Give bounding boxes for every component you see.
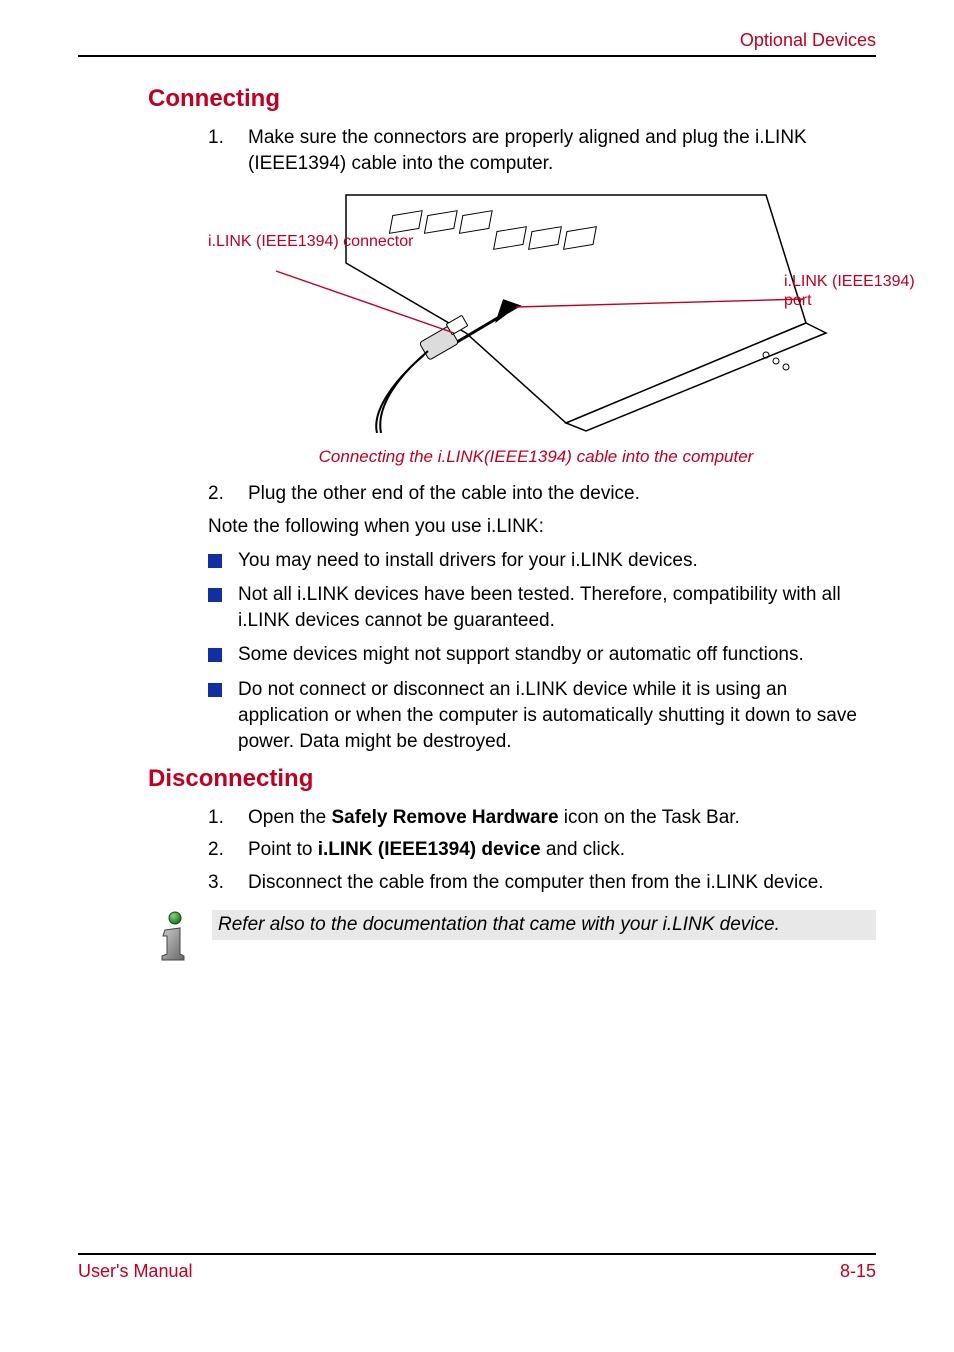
list-item: Do not connect or disconnect an i.LINK d…: [208, 677, 876, 756]
list-item: Not all i.LINK devices have been tested.…: [208, 582, 876, 634]
connecting-step-1: 1. Make sure the connectors are properly…: [208, 125, 876, 177]
bullet-text: You may need to install drivers for your…: [238, 548, 698, 574]
step-number: 1.: [208, 125, 232, 177]
bullet-icon: [208, 554, 222, 568]
label-ilink-connector: i.LINK (IEEE1394) connector: [208, 233, 413, 251]
heading-connecting: Connecting: [148, 85, 876, 113]
info-note-text: Refer also to the documentation that cam…: [212, 910, 876, 940]
footer-left: User's Manual: [78, 1261, 192, 1282]
figure-ilink-cable: i.LINK (IEEE1394) connector i.LINK (IEEE…: [196, 183, 876, 443]
list-item: Some devices might not support standby o…: [208, 642, 876, 668]
bullet-icon: [208, 588, 222, 602]
step-number: 2.: [208, 837, 232, 863]
bullet-icon: [208, 648, 222, 662]
bullet-text: Some devices might not support standby o…: [238, 642, 804, 668]
step-number: 2.: [208, 481, 232, 507]
footer-right: 8-15: [840, 1261, 876, 1282]
page-footer: User's Manual 8-15: [78, 1253, 876, 1282]
bullet-text: Not all i.LINK devices have been tested.…: [238, 582, 876, 634]
laptop-illustration: [206, 183, 856, 433]
header-section-label: Optional Devices: [78, 30, 876, 51]
step-text: Make sure the connectors are properly al…: [248, 125, 876, 177]
note-intro: Note the following when you use i.LINK:: [208, 516, 876, 538]
step-number: 3.: [208, 870, 232, 896]
info-note: Refer also to the documentation that cam…: [150, 910, 876, 964]
info-icon: [150, 910, 194, 964]
step-number: 1.: [208, 805, 232, 831]
bullet-icon: [208, 683, 222, 697]
label-ilink-port: i.LINK (IEEE1394) port: [784, 273, 924, 310]
step-text: Point to i.LINK (IEEE1394) device and cl…: [248, 837, 625, 863]
footer-divider: [78, 1253, 876, 1255]
header-divider: [78, 55, 876, 57]
disconnecting-step-2: 2. Point to i.LINK (IEEE1394) device and…: [208, 837, 876, 863]
disconnecting-step-3: 3. Disconnect the cable from the compute…: [208, 870, 876, 896]
step-text: Disconnect the cable from the computer t…: [248, 870, 824, 896]
step-text: Plug the other end of the cable into the…: [248, 481, 640, 507]
heading-disconnecting: Disconnecting: [148, 765, 876, 793]
bullet-text: Do not connect or disconnect an i.LINK d…: [238, 677, 876, 756]
step-text: Open the Safely Remove Hardware icon on …: [248, 805, 740, 831]
connecting-step-2: 2. Plug the other end of the cable into …: [208, 481, 876, 507]
disconnecting-step-1: 1. Open the Safely Remove Hardware icon …: [208, 805, 876, 831]
list-item: You may need to install drivers for your…: [208, 548, 876, 574]
figure-caption: Connecting the i.LINK(IEEE1394) cable in…: [196, 447, 876, 467]
